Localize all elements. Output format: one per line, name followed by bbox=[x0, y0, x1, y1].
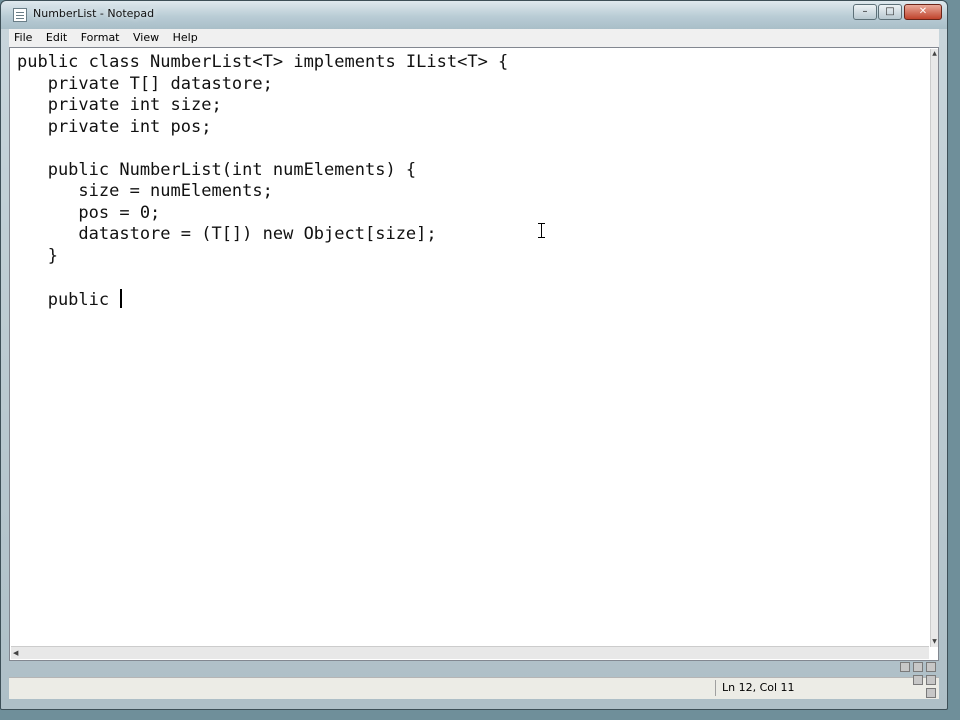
code-line: public bbox=[17, 289, 120, 310]
menu-bar: File Edit Format View Help bbox=[9, 29, 939, 47]
cursor-position: Ln 12, Col 11 bbox=[715, 680, 801, 696]
scroll-up-icon[interactable]: ▲ bbox=[931, 49, 938, 59]
minimize-button[interactable]: – bbox=[853, 4, 877, 20]
text-caret bbox=[120, 288, 123, 308]
menu-edit[interactable]: Edit bbox=[41, 29, 72, 47]
notepad-window: NumberList - Notepad – □ ✕ File Edit For… bbox=[0, 0, 948, 710]
code-line: private T[] datastore; bbox=[17, 73, 273, 94]
resize-grip-icon[interactable] bbox=[898, 660, 940, 702]
vertical-scrollbar[interactable]: ▲ ▼ bbox=[930, 49, 938, 647]
code-line: public class NumberList<T> implements IL… bbox=[17, 52, 509, 72]
status-bar: Ln 12, Col 11 bbox=[9, 677, 939, 699]
text-editor[interactable]: public class NumberList<T> implements IL… bbox=[9, 47, 939, 661]
code-line: public NumberList(int numElements) { bbox=[17, 159, 417, 180]
menu-view[interactable]: View bbox=[128, 29, 164, 47]
code-line: private int pos; bbox=[17, 116, 212, 137]
menu-file[interactable]: File bbox=[9, 29, 37, 47]
close-button[interactable]: ✕ bbox=[904, 4, 942, 20]
code-line: datastore = (T[]) new Object[size]; bbox=[17, 224, 437, 244]
maximize-button[interactable]: □ bbox=[878, 4, 902, 20]
horizontal-scrollbar[interactable]: ◀ bbox=[11, 646, 929, 659]
menu-format[interactable]: Format bbox=[76, 29, 125, 47]
scroll-down-icon[interactable]: ▼ bbox=[931, 637, 938, 647]
scroll-left-icon[interactable]: ◀ bbox=[13, 647, 18, 659]
code-line: private int size; bbox=[17, 95, 222, 115]
code-line: size = numElements; bbox=[17, 181, 273, 201]
menu-help[interactable]: Help bbox=[168, 29, 203, 47]
code-text[interactable]: public class NumberList<T> implements IL… bbox=[17, 52, 508, 311]
code-line: pos = 0; bbox=[17, 202, 161, 223]
code-line: } bbox=[17, 245, 58, 266]
title-bar[interactable]: NumberList - Notepad – □ ✕ bbox=[1, 1, 947, 29]
window-title: NumberList - Notepad bbox=[33, 7, 155, 20]
notepad-icon[interactable] bbox=[13, 8, 27, 22]
ibeam-cursor-icon bbox=[538, 223, 545, 238]
